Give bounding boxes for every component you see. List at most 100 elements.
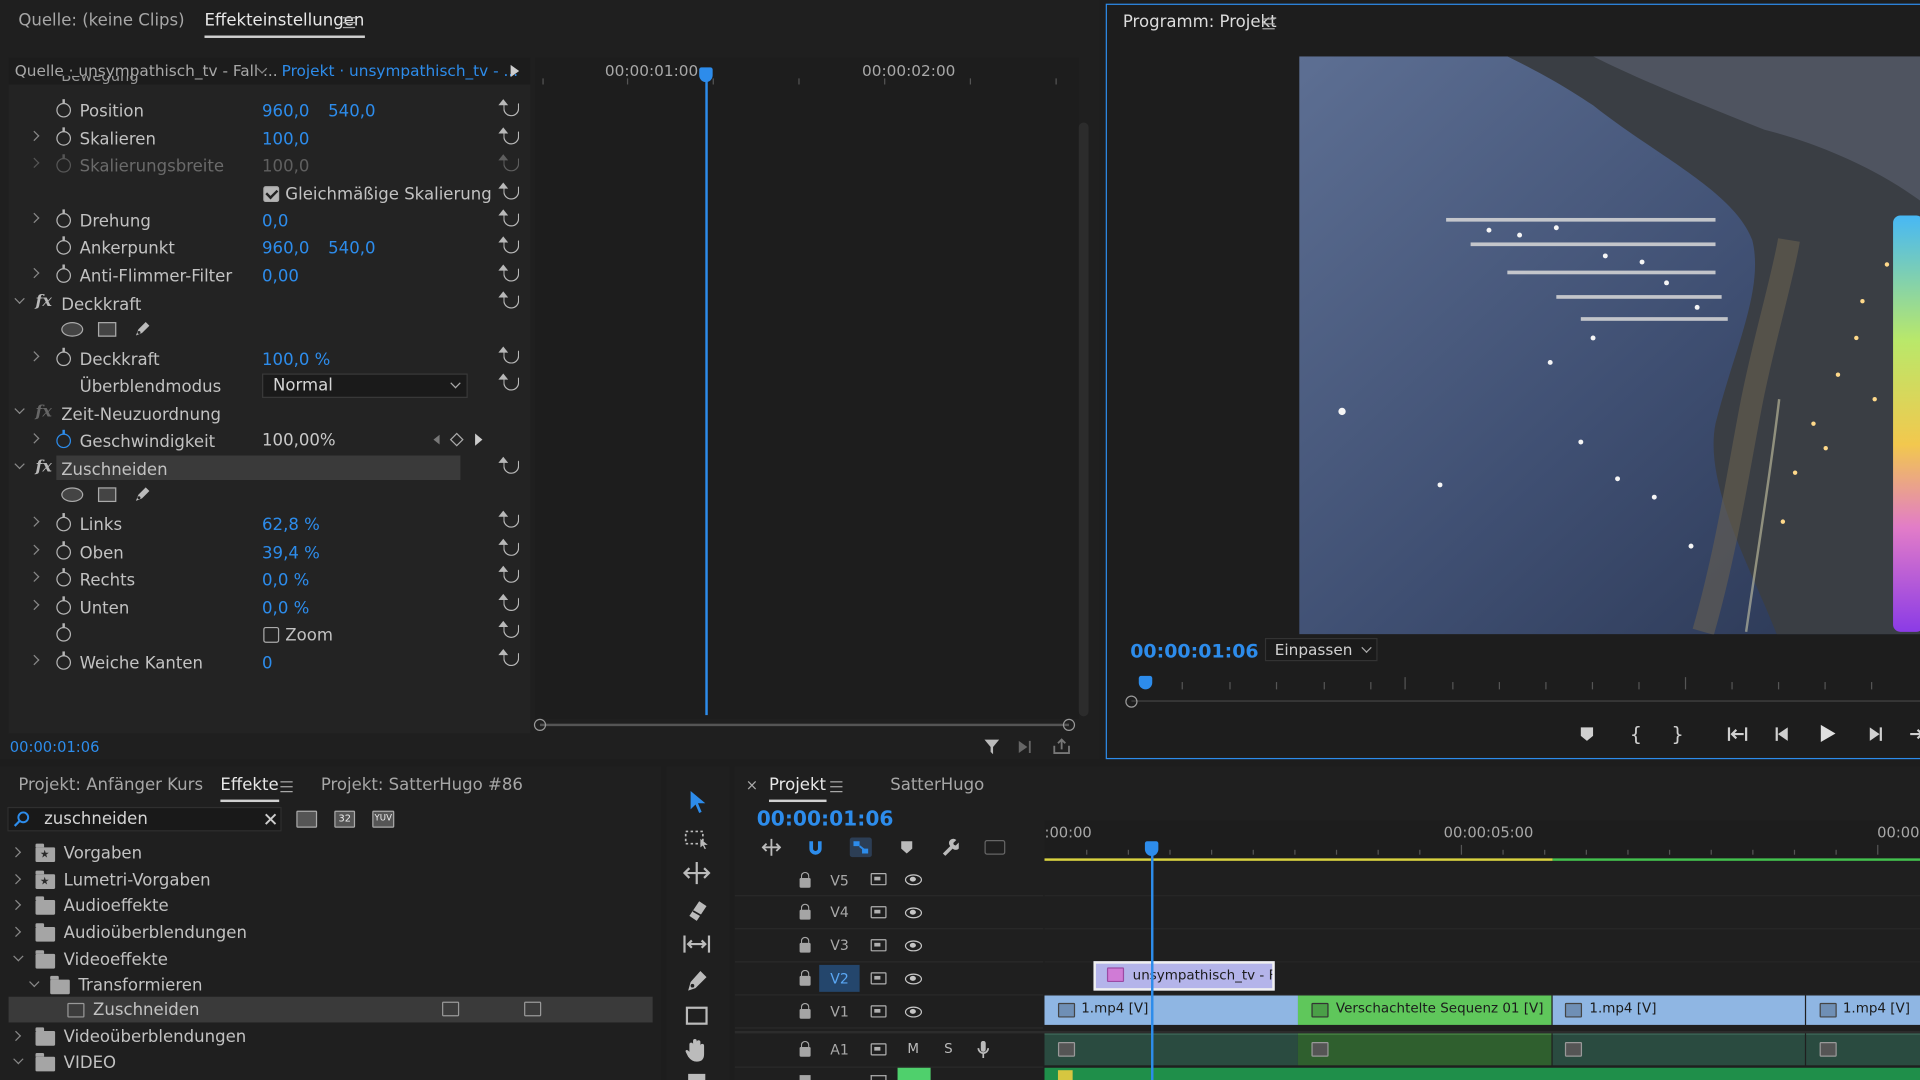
ellipse-mask-icon[interactable] — [61, 322, 84, 337]
list-item-presets[interactable]: Vorgaben — [64, 844, 142, 864]
chevron-right-icon[interactable] — [10, 873, 22, 885]
track-v1-label[interactable]: V1 — [830, 1003, 849, 1020]
uniform-scale-checkbox[interactable] — [263, 186, 280, 203]
track-v3-label[interactable]: V3 — [830, 937, 849, 954]
tab-effects[interactable]: Effekte — [220, 775, 279, 803]
stopwatch-icon[interactable] — [56, 99, 72, 118]
fx-icon[interactable]: fx — [36, 458, 52, 476]
prop-position-x[interactable]: 960,0 — [262, 102, 309, 122]
stopwatch-icon[interactable] — [56, 347, 72, 367]
eye-icon[interactable] — [904, 874, 923, 886]
sync-lock-icon[interactable] — [870, 906, 887, 919]
razor-tool-icon[interactable] — [680, 894, 714, 926]
stopwatch-icon[interactable] — [56, 209, 72, 228]
rectangle-tool-icon[interactable] — [680, 1000, 714, 1032]
play-triangle-icon[interactable] — [510, 64, 520, 78]
export-icon[interactable] — [1052, 737, 1072, 755]
ellipse-mask-icon[interactable] — [61, 487, 84, 503]
prop-right-value[interactable]: 0,0 % — [262, 571, 309, 591]
lock-icon[interactable] — [799, 871, 811, 888]
clip-v1-1[interactable]: 1.mp4 [V] — [1044, 995, 1298, 1025]
keyframe-area[interactable] — [535, 57, 1079, 719]
search-input[interactable]: zuschneiden — [44, 809, 148, 829]
prop-top-value[interactable]: 39,4 % — [262, 544, 320, 564]
track-v5-label[interactable]: V5 — [830, 872, 849, 889]
prop-bottom-value[interactable]: 0,0 % — [262, 599, 309, 619]
timeline-playhead-handle[interactable] — [1144, 841, 1159, 856]
lock-icon[interactable] — [799, 936, 811, 953]
tab-project-satterhugo[interactable]: Projekt: SatterHugo #86 — [321, 775, 523, 795]
stopwatch-icon[interactable] — [56, 623, 72, 642]
snap-icon[interactable] — [807, 839, 824, 856]
pen-tool-icon[interactable] — [680, 965, 714, 997]
rectangle-mask-icon[interactable] — [97, 322, 117, 337]
stopwatch-icon[interactable] — [56, 541, 72, 560]
tab-effect-controls[interactable]: Effekteinstellungen — [204, 11, 364, 38]
play-icon[interactable] — [1820, 724, 1837, 744]
track-v4-label[interactable]: V4 — [830, 904, 849, 921]
prop-left-value[interactable]: 62,8 % — [262, 516, 320, 536]
step-back-icon[interactable] — [1774, 726, 1791, 742]
a2-lock-partial[interactable] — [799, 1075, 811, 1080]
tab-timeline-project[interactable]: Projekt — [768, 775, 826, 803]
video-frame-aerial-harbor[interactable] — [1299, 56, 1920, 635]
breadcrumb-project[interactable]: Projekt · unsympathisch_tv - ... — [282, 61, 518, 79]
chevron-right-icon[interactable] — [10, 1030, 22, 1042]
lock-icon[interactable] — [799, 969, 811, 986]
prop-position-y[interactable]: 540,0 — [328, 102, 375, 122]
selection-tool-icon[interactable] — [680, 786, 714, 818]
chevron-down-icon[interactable] — [13, 951, 24, 962]
zoom-handle[interactable] — [1125, 695, 1138, 708]
wrench-icon[interactable] — [940, 838, 959, 856]
sync-lock-icon[interactable] — [870, 873, 887, 886]
go-to-out-icon[interactable] — [1908, 726, 1920, 742]
scroll-handle-right[interactable] — [1062, 718, 1076, 732]
solo-button[interactable]: S — [944, 1041, 953, 1057]
clip-v1-nested-sequence[interactable]: Verschachtelte Sequenz 01 [V] — [1297, 995, 1552, 1025]
clip-a1-nested[interactable] — [1297, 1033, 1552, 1066]
panel-menu-icon[interactable] — [342, 17, 356, 29]
accelerated-effects-icon[interactable] — [296, 810, 318, 828]
hand-tool-icon[interactable] — [680, 1035, 714, 1067]
stopwatch-icon[interactable] — [56, 651, 72, 670]
list-item-video-bin[interactable]: VIDEO — [64, 1053, 116, 1073]
zoom-checkbox[interactable] — [263, 626, 280, 643]
filter-icon[interactable] — [983, 738, 1000, 755]
breadcrumb-source[interactable]: Quelle · unsympathisch_tv - Fall ... — [15, 61, 278, 79]
program-monitor-title[interactable]: Programm: Projekt — [1123, 12, 1277, 32]
prop-opacity-value[interactable]: 100,0 % — [262, 350, 330, 370]
microphone-icon[interactable] — [977, 1040, 990, 1058]
list-item-lumetri[interactable]: Lumetri-Vorgaben — [64, 871, 211, 891]
eye-icon[interactable] — [904, 907, 923, 919]
go-to-in-icon[interactable] — [1727, 726, 1749, 742]
clip-a1-2[interactable] — [1552, 1033, 1805, 1066]
track-a1-label[interactable]: A1 — [830, 1041, 849, 1058]
fx-icon[interactable]: fx — [36, 293, 52, 311]
vertical-scrollbar[interactable] — [1078, 122, 1089, 717]
list-item-crop-effect[interactable]: Zuschneiden — [93, 1000, 199, 1020]
chevron-right-icon[interactable] — [10, 847, 22, 858]
eye-icon[interactable] — [904, 1006, 923, 1018]
stopwatch-icon[interactable] — [56, 429, 72, 449]
stopwatch-icon[interactable] — [56, 264, 72, 283]
clear-search-icon[interactable] — [264, 813, 277, 825]
mute-button[interactable]: M — [907, 1041, 919, 1057]
clip-v1-2[interactable]: 1.mp4 [V] — [1552, 995, 1805, 1025]
yuv-effects-icon[interactable]: YUV — [372, 810, 395, 828]
add-marker-icon[interactable] — [1580, 726, 1595, 742]
slip-tool-icon[interactable] — [680, 928, 714, 960]
stopwatch-icon[interactable] — [56, 568, 72, 587]
sync-lock-icon[interactable] — [870, 939, 887, 952]
list-item-audio-transitions[interactable]: Audioüberblendungen — [64, 923, 247, 943]
program-playhead[interactable] — [1138, 675, 1153, 690]
chevron-right-icon[interactable] — [10, 899, 22, 911]
mark-in-icon[interactable]: { — [1626, 722, 1646, 745]
panel-menu-icon[interactable] — [1262, 18, 1275, 30]
a2-film-partial[interactable] — [870, 1075, 887, 1080]
horizontal-scrollbar[interactable] — [540, 723, 1069, 727]
tab-source[interactable]: Quelle: (keine Clips) — [18, 11, 184, 31]
a2-mute-active[interactable] — [897, 1067, 931, 1080]
list-item-video-transitions[interactable]: Videoüberblendungen — [64, 1027, 247, 1047]
playhead-handle[interactable] — [699, 67, 713, 83]
prop-scale-value[interactable]: 100,0 — [262, 130, 309, 150]
